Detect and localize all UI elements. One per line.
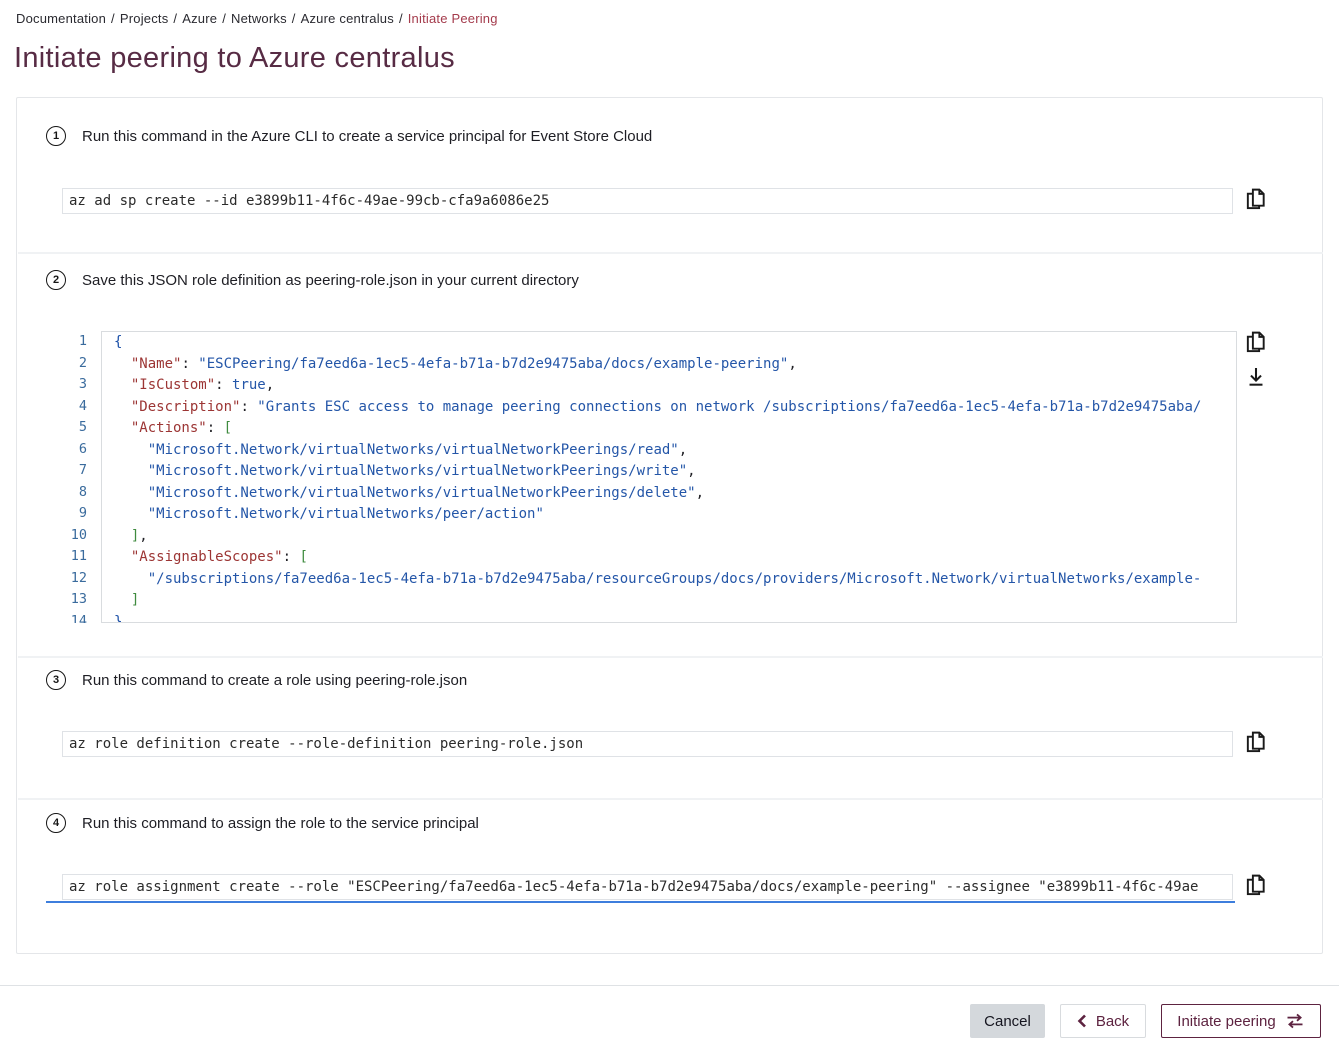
- breadcrumb: Documentation / Projects / Azure / Networks / Az…: [16, 11, 498, 26]
- line-number: 9: [46, 503, 101, 525]
- step-1-label: Run this command in the Azure CLI to cre…: [82, 128, 652, 145]
- editor-gutter: 1234567891011121314: [46, 331, 101, 623]
- breadcrumb-separator: /: [222, 11, 226, 26]
- copy-icon: [1245, 330, 1267, 354]
- line-number: 11: [46, 546, 101, 568]
- code-line: "Description": "Grants ESC access to man…: [114, 397, 1236, 419]
- line-number: 5: [46, 417, 101, 439]
- horizontal-scrollbar[interactable]: [46, 901, 1235, 903]
- download-icon: [1245, 365, 1267, 389]
- breadcrumb-separator: /: [173, 11, 177, 26]
- step-4-copy-button[interactable]: [1244, 872, 1268, 898]
- line-number: 10: [46, 525, 101, 547]
- back-button[interactable]: Back: [1060, 1004, 1146, 1038]
- json-download-button[interactable]: [1244, 364, 1268, 390]
- line-number: 12: [46, 568, 101, 590]
- step-4-header: 4 Run this command to assign the role to…: [46, 813, 479, 833]
- line-number: 2: [46, 353, 101, 375]
- step-3-copy-button[interactable]: [1244, 729, 1268, 755]
- back-button-label: Back: [1096, 1013, 1129, 1030]
- code-line: "IsCustom": true,: [114, 375, 1236, 397]
- breadcrumb-item-azure-centralus[interactable]: Azure centralus: [301, 11, 394, 26]
- step-4-label: Run this command to assign the role to t…: [82, 815, 479, 832]
- step-1-number-badge: 1: [46, 126, 66, 146]
- section-divider: [18, 252, 1323, 254]
- breadcrumb-separator: /: [292, 11, 296, 26]
- code-line: "Microsoft.Network/virtualNetworks/virtu…: [114, 483, 1236, 505]
- step-1-copy-button[interactable]: [1244, 186, 1268, 212]
- step-1-header: 1 Run this command in the Azure CLI to c…: [46, 126, 652, 146]
- line-number: 7: [46, 460, 101, 482]
- initiate-peering-button[interactable]: Initiate peering: [1161, 1004, 1321, 1038]
- chevron-left-icon: [1077, 1014, 1087, 1028]
- copy-icon: [1245, 873, 1267, 897]
- cancel-button[interactable]: Cancel: [970, 1004, 1045, 1038]
- breadcrumb-separator: /: [111, 11, 115, 26]
- step-3-number-badge: 3: [46, 670, 66, 690]
- code-line: "Microsoft.Network/virtualNetworks/virtu…: [114, 440, 1236, 462]
- breadcrumb-item-azure[interactable]: Azure: [182, 11, 217, 26]
- breadcrumb-current-initiate-peering: Initiate Peering: [408, 11, 498, 26]
- footer-divider: [0, 985, 1339, 986]
- step-4-number-badge: 4: [46, 813, 66, 833]
- section-divider: [18, 656, 1323, 658]
- code-line: ]: [114, 590, 1236, 612]
- code-line: "Microsoft.Network/virtualNetworks/virtu…: [114, 461, 1236, 483]
- code-line: {: [114, 332, 1236, 354]
- step-2-number-badge: 2: [46, 270, 66, 290]
- step-3-label: Run this command to create a role using …: [82, 672, 467, 689]
- step-1-command-field[interactable]: az ad sp create --id e3899b11-4f6c-49ae-…: [62, 188, 1233, 214]
- initiate-peering-button-label: Initiate peering: [1177, 1013, 1275, 1030]
- json-copy-button[interactable]: [1244, 329, 1268, 355]
- page-title: Initiate peering to Azure centralus: [14, 42, 455, 75]
- line-number: 13: [46, 589, 101, 611]
- code-line: "Microsoft.Network/virtualNetworks/peer/…: [114, 504, 1236, 526]
- code-line: ],: [114, 526, 1236, 548]
- json-editor[interactable]: { "Name": "ESCPeering/fa7eed6a-1ec5-4efa…: [101, 331, 1237, 623]
- breadcrumb-item-networks[interactable]: Networks: [231, 11, 287, 26]
- line-number: 14: [46, 611, 101, 624]
- cancel-button-label: Cancel: [984, 1013, 1031, 1030]
- line-number: 3: [46, 374, 101, 396]
- line-number: 4: [46, 396, 101, 418]
- line-number: 1: [46, 331, 101, 353]
- line-number: 6: [46, 439, 101, 461]
- step-3-header: 3 Run this command to create a role usin…: [46, 670, 467, 690]
- copy-icon: [1245, 187, 1267, 211]
- code-line: "Name": "ESCPeering/fa7eed6a-1ec5-4efa-b…: [114, 354, 1236, 376]
- transfer-arrows-icon: [1285, 1013, 1305, 1029]
- breadcrumb-separator: /: [399, 11, 403, 26]
- breadcrumb-item-projects[interactable]: Projects: [120, 11, 169, 26]
- code-line: }: [114, 612, 1236, 624]
- section-divider: [18, 798, 1323, 800]
- step-2-label: Save this JSON role definition as peerin…: [82, 272, 579, 289]
- step-2-header: 2 Save this JSON role definition as peer…: [46, 270, 579, 290]
- copy-icon: [1245, 730, 1267, 754]
- page: Documentation / Projects / Azure / Networks / Az…: [0, 0, 1339, 1057]
- code-line: "AssignableScopes": [: [114, 547, 1236, 569]
- code-line: "/subscriptions/fa7eed6a-1ec5-4efa-b71a-…: [114, 569, 1236, 591]
- line-number: 8: [46, 482, 101, 504]
- code-line: "Actions": [: [114, 418, 1236, 440]
- step-4-command-field[interactable]: az role assignment create --role "ESCPee…: [62, 874, 1233, 900]
- breadcrumb-item-documentation[interactable]: Documentation: [16, 11, 106, 26]
- step-3-command-field[interactable]: az role definition create --role-definit…: [62, 731, 1233, 757]
- steps-card: 1 Run this command in the Azure CLI to c…: [16, 97, 1323, 954]
